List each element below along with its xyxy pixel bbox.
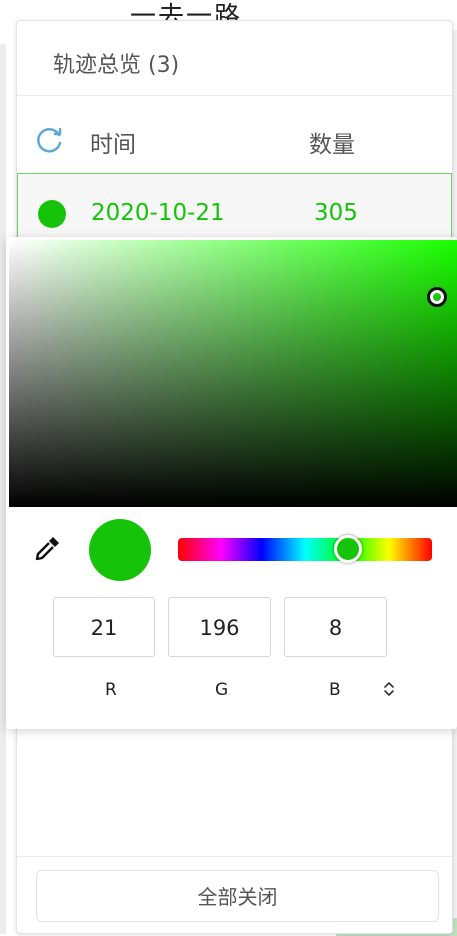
up-down-chevron-icon[interactable] xyxy=(383,681,395,697)
blue-label: B xyxy=(329,680,341,700)
blue-input[interactable]: 8 xyxy=(284,597,387,657)
eyedropper-icon[interactable] xyxy=(32,534,62,564)
divider xyxy=(17,856,452,857)
column-header-time: 时间 xyxy=(90,132,136,158)
saturation-value-area[interactable] xyxy=(9,240,457,507)
red-input[interactable]: 21 xyxy=(53,597,155,657)
column-header-count: 数量 xyxy=(309,132,355,158)
red-label: R xyxy=(105,680,117,700)
green-label: G xyxy=(215,680,229,700)
close-all-button[interactable]: 全部关闭 xyxy=(36,870,439,922)
track-color-dot[interactable] xyxy=(38,200,66,228)
color-preview-swatch xyxy=(89,519,151,581)
refresh-icon[interactable] xyxy=(35,125,65,155)
hue-slider-thumb[interactable] xyxy=(334,535,362,563)
saturation-value-handle[interactable] xyxy=(427,287,447,307)
value-gradient xyxy=(9,240,457,507)
app-root: 一去一路 轨迹总览 (3) 时间 数量 2020-10-21 305 全部关闭 xyxy=(0,0,457,936)
green-input[interactable]: 196 xyxy=(168,597,271,657)
color-picker: 21 196 8 R G B xyxy=(6,237,457,729)
track-count: 305 xyxy=(314,200,358,226)
hue-slider[interactable] xyxy=(178,538,432,561)
panel-title: 轨迹总览 (3) xyxy=(53,53,180,78)
divider xyxy=(17,95,452,96)
track-date: 2020-10-21 xyxy=(91,200,225,226)
